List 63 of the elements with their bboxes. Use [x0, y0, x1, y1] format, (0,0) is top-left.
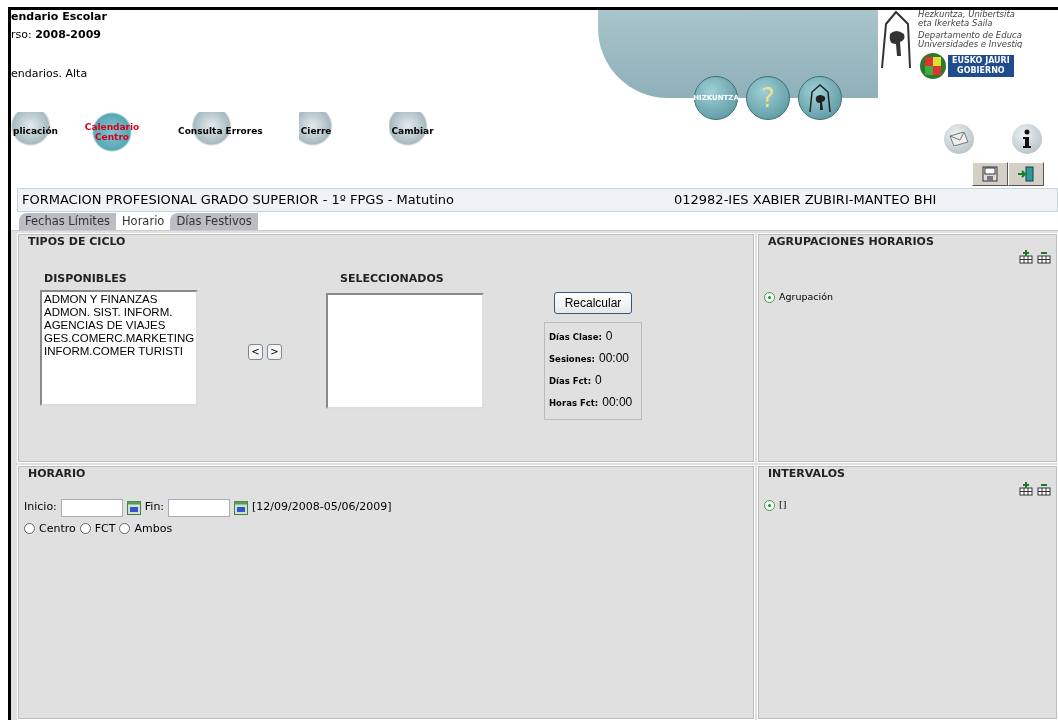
list-label: SELECCIONADOS: [340, 270, 445, 287]
save-button[interactable]: [972, 162, 1008, 186]
coat-of-arms-icon: [918, 52, 948, 80]
breadcrumb-text: endarios. Alta: [11, 65, 89, 82]
radio-button[interactable]: [24, 523, 35, 535]
list-item[interactable]: ADMON. SIST. INFORM.: [44, 306, 194, 319]
list-box[interactable]: ADMON Y FINANZAS ADMON. SIST. INFORM. AGENCIAS DE VIAJES GES.COMERC.MARKETING INFORM.COMER TURISTI: [40, 290, 198, 406]
org-text: Hezkuntza, Unibertsita: [918, 10, 1016, 19]
exit-door-icon: [1017, 166, 1035, 182]
tab[interactable]: Días Festivos: [170, 213, 258, 230]
option-label: Agrupación: [779, 290, 833, 304]
stat-label: Horas Fct:: [549, 396, 599, 410]
recalculate-button[interactable]: Recalcular: [553, 291, 633, 314]
date-input[interactable]: [168, 498, 231, 517]
stat-value: 00:00: [602, 393, 633, 411]
section-title: HORARIO: [28, 466, 87, 482]
option-label: []: [779, 498, 787, 512]
option-label: Ambos: [134, 520, 173, 537]
option-label: FCT: [94, 520, 116, 537]
program-title: FORMACION PROFESIONAL GRADO SUPERIOR - 1º FPGS - Matutino: [21, 191, 456, 210]
radio-button[interactable]: [764, 499, 775, 511]
list-item[interactable]: GES.COMERC.MARKETING: [44, 332, 194, 345]
remove-row-icon[interactable]: [1037, 482, 1051, 496]
stat-label: Sesiones:: [549, 352, 595, 366]
move-button[interactable]: <: [248, 344, 263, 360]
option-label: Centro: [39, 520, 76, 537]
stat-value: 00:00: [599, 349, 629, 367]
center-name: 012982-IES XABIER ZUBIRI-MANTEO BHI: [674, 191, 937, 210]
date-range: [12/09/2008-05/06/2009]: [252, 499, 392, 516]
info-icon[interactable]: [1012, 124, 1042, 154]
field-label: Inicio:: [24, 499, 57, 516]
remove-row-icon[interactable]: [1037, 250, 1051, 264]
app-title: endario Escolar: [11, 10, 108, 23]
list-item[interactable]: INFORM.COMER TURISTI: [44, 345, 194, 358]
add-row-icon[interactable]: [1019, 482, 1033, 496]
field-label: Fin:: [144, 499, 165, 516]
stat-value: 0: [605, 327, 613, 345]
section-title: AGRUPACIONES HORARIOS: [768, 234, 934, 250]
radio-button[interactable]: [119, 523, 131, 535]
course-year: rso: 2008-2009: [11, 27, 102, 43]
envelope-icon[interactable]: [944, 124, 974, 154]
exit-button[interactable]: [1008, 162, 1044, 186]
radio-button[interactable]: [79, 523, 91, 535]
stat-label: Días Fct:: [549, 374, 592, 388]
radio-button[interactable]: [764, 291, 775, 303]
org-text: Universidades e Investig: [918, 39, 1023, 48]
government-logo: EUSKO JAURI GOBIERNO: [948, 54, 1014, 78]
list-item[interactable]: AGENCIAS DE VIAJES: [44, 319, 194, 332]
add-row-icon[interactable]: [1019, 250, 1033, 264]
list-box[interactable]: [326, 293, 484, 409]
org-text: eta Ikerketa Saila: [918, 18, 994, 27]
list-item[interactable]: ADMON Y FINANZAS: [44, 293, 194, 306]
stat-value: 0: [595, 371, 602, 389]
calendar-icon[interactable]: [234, 500, 249, 515]
move-button[interactable]: >: [267, 344, 282, 360]
tab[interactable]: Fechas Límites: [19, 213, 116, 230]
section-title: TIPOS DE CICLO: [28, 234, 127, 250]
org-text: Departamento de Educa: [918, 31, 1023, 40]
stat-label: Días Clase:: [549, 330, 602, 344]
calendar-icon[interactable]: [126, 500, 141, 515]
date-input[interactable]: [60, 498, 123, 517]
list-label: DISPONIBLES: [44, 270, 128, 287]
section-title: INTERVALOS: [768, 466, 845, 482]
